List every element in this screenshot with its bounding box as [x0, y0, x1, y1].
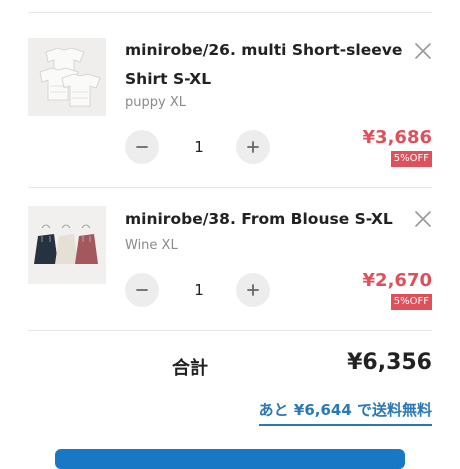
plus-icon [247, 141, 259, 153]
item-price: ¥2,670 [362, 270, 432, 291]
total-label: 合計 [172, 358, 208, 379]
cart-item: minirobe/38. From Blouse S-XL Wine XL 1 … [0, 188, 460, 328]
decrease-quantity-button[interactable] [125, 273, 159, 307]
product-variant: puppy XL [125, 95, 186, 110]
product-image[interactable] [28, 206, 106, 284]
discount-badge: 5%OFF [390, 151, 432, 167]
free-shipping-link[interactable]: あと ¥6,644 で送料無料 [258, 399, 432, 426]
close-icon [415, 43, 431, 59]
minus-icon [136, 289, 148, 291]
product-image[interactable] [28, 38, 106, 116]
remove-item-button[interactable] [413, 41, 433, 61]
minus-icon [136, 146, 148, 148]
quantity-value: 1 [194, 138, 204, 156]
plus-icon [247, 284, 259, 296]
item-price: ¥3,686 [362, 127, 432, 148]
product-name[interactable]: minirobe/26. multi Short-sleeve Shirt S-… [125, 36, 410, 94]
quantity-value: 1 [194, 281, 204, 299]
increase-quantity-button[interactable] [236, 273, 270, 307]
checkout-button[interactable] [55, 449, 405, 469]
total-value: ¥6,356 [347, 350, 432, 375]
decrease-quantity-button[interactable] [125, 130, 159, 164]
product-variant: Wine XL [125, 238, 178, 253]
product-name[interactable]: minirobe/38. From Blouse S-XL [125, 205, 410, 234]
increase-quantity-button[interactable] [236, 130, 270, 164]
discount-badge: 5%OFF [390, 294, 432, 310]
close-icon [415, 211, 431, 227]
cart-item: minirobe/26. multi Short-sleeve Shirt S-… [0, 13, 460, 167]
remove-item-button[interactable] [413, 209, 433, 229]
divider [28, 330, 432, 331]
